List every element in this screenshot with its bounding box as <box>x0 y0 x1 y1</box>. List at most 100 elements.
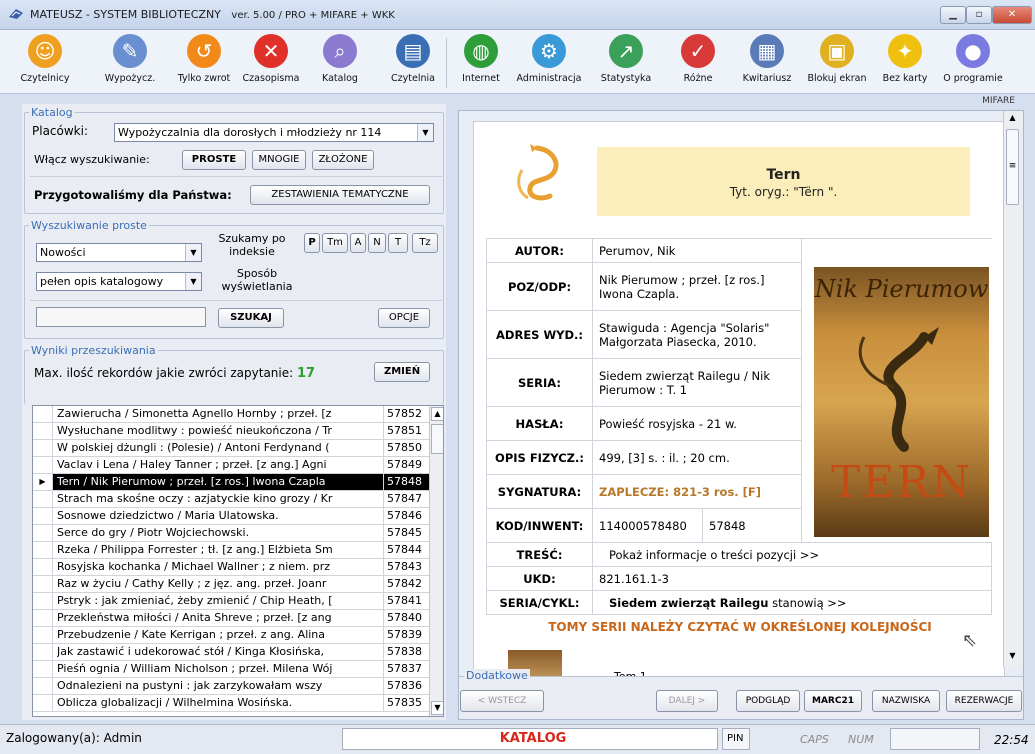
row-title: Pieśń ognia / William Nicholson ; przeł.… <box>57 662 333 675</box>
table-row[interactable]: Przebudzenie / Kate Kerrigan ; przeł. z … <box>33 627 429 644</box>
toolbar-magnifier-button[interactable]: ⌕ Katalog <box>306 32 374 92</box>
toolbar-receipts-button[interactable]: ▦ Kwitariusz <box>732 32 802 92</box>
nazwiska-button[interactable]: NAZWISKA <box>872 690 940 712</box>
index-button-tz[interactable]: Tz <box>412 233 438 253</box>
placowki-label: Placówki: <box>32 124 89 138</box>
toolbar-reading-room-button[interactable]: ▤ Czytelnia <box>374 32 452 92</box>
podglad-button[interactable]: PODGLĄD <box>736 690 800 712</box>
table-row[interactable]: Jak zastawić i udekorować stół / Kinga K… <box>33 644 429 661</box>
index-button-n[interactable]: N <box>368 233 386 253</box>
table-row[interactable]: Rosyjska kochanka / Michael Wallner ; z … <box>33 559 429 576</box>
table-row[interactable]: Odnalezieni na pustyni : jak zarzykowała… <box>33 678 429 695</box>
inwent-value: 57848 <box>702 508 802 543</box>
wstecz-button[interactable]: < WSTECZ <box>460 690 544 712</box>
table-row[interactable]: ▶ Tern / Nik Pierumow ; przeł. [z ros.] I… <box>33 474 429 491</box>
toolbar-lightbulb-button[interactable]: ● O programie <box>938 32 1008 92</box>
table-row[interactable]: Wysłuchane modlitwy : powieść nieukończo… <box>33 423 429 440</box>
search-input[interactable] <box>36 307 206 327</box>
mnogie-button[interactable]: MNOGIE <box>252 150 306 170</box>
szukaj-button[interactable]: SZUKAJ <box>218 308 284 328</box>
row-number: 57847 <box>383 491 429 507</box>
index-button-tm[interactable]: Tm <box>322 233 348 253</box>
search-type-select[interactable]: Nowości ▼ <box>36 243 202 262</box>
table-row[interactable]: Zawierucha / Simonetta Agnello Hornby ; … <box>33 406 429 423</box>
toolbar-globe-button[interactable]: ◍ Internet <box>452 32 510 92</box>
record-key: AUTOR: <box>486 238 593 263</box>
toolbar-red-x-button[interactable]: ✕ Czasopisma <box>236 32 306 92</box>
zestawienia-button[interactable]: ZESTAWIENIA TEMATYCZNE <box>250 185 430 205</box>
scroll-thumb[interactable] <box>431 424 443 454</box>
toolbar-readers-button[interactable]: ☺ Czytelnicy <box>2 32 88 92</box>
display-mode-value: pełen opis katalogowy <box>40 275 164 288</box>
zlozone-button[interactable]: ZŁOŻONE <box>312 150 374 170</box>
row-title: W polskiej dżungli : (Polesie) / Antoni … <box>57 441 330 454</box>
mifare-label: MIFARE <box>982 96 1015 106</box>
rezerwacje-button[interactable]: REZERWACJE <box>946 690 1022 712</box>
index-button-a[interactable]: A <box>350 233 366 253</box>
opcje-button[interactable]: OPCJE <box>378 308 430 328</box>
proste-button[interactable]: PROSTE <box>182 150 246 170</box>
maximize-button[interactable]: ▫ <box>966 6 992 24</box>
toolbar-chart-button[interactable]: ↗ Statystyka <box>588 32 664 92</box>
toolbar-book-lend-button[interactable]: ✎ Wypożycz. <box>88 32 172 92</box>
scroll-up-icon[interactable]: ▲ <box>1006 113 1019 125</box>
toolbar-label: Bez karty <box>882 73 928 84</box>
table-row[interactable]: Pieśń ognia / William Nicholson ; przeł.… <box>33 661 429 678</box>
table-row[interactable]: W polskiej dżungli : (Polesie) / Antoni … <box>33 440 429 457</box>
index-button-p[interactable]: P <box>304 233 320 253</box>
table-row[interactable]: Przekleństwa miłości / Anita Shreve ; pr… <box>33 610 429 627</box>
record-value: Nik Pierumow ; przeł. [z ros.] Iwona Cza… <box>592 262 802 311</box>
toolbar-gears-button[interactable]: ⚙ Administracja <box>510 32 588 92</box>
pin-indicator[interactable]: PIN <box>722 728 750 750</box>
record-key: POZ/ODP: <box>486 262 593 311</box>
row-indicator <box>33 423 53 439</box>
zmien-button[interactable]: ZMIEŃ <box>374 362 430 382</box>
reading-room-icon: ▤ <box>396 34 430 68</box>
marc21-button[interactable]: MARC21 <box>804 690 862 712</box>
clock: 22:54 <box>994 733 1029 747</box>
num-indicator: NUM <box>848 733 874 746</box>
table-row[interactable]: Pstryk : jak zmieniać, żeby zmienić / Ch… <box>33 593 429 610</box>
index-button-t[interactable]: T <box>388 233 408 253</box>
caps-indicator: CAPS <box>800 733 829 746</box>
scroll-down-icon[interactable]: ▼ <box>1006 651 1019 663</box>
globe-icon: ◍ <box>464 34 498 68</box>
cover-author-text: Nik Pierumow <box>814 275 989 303</box>
dalej-button[interactable]: DALEJ > <box>656 690 718 712</box>
results-scrollbar[interactable]: ▲ ▼ <box>429 406 443 716</box>
toolbar-label: Administracja <box>516 73 582 84</box>
tresc-link[interactable]: Pokaż informacje o treści pozycji >> <box>599 548 819 562</box>
toolbar-padlock-button[interactable]: ▣ Blokuj ekran <box>802 32 872 92</box>
table-row[interactable]: Rzeka / Philippa Forrester ; tł. [z ang.… <box>33 542 429 559</box>
sposob-label: Sposób wyświetlania <box>221 267 293 293</box>
placowki-select[interactable]: Wypożyczalnia dla dorosłych i młodzieży … <box>114 123 434 142</box>
scroll-down-icon[interactable]: ▼ <box>431 701 443 715</box>
table-row[interactable]: Serce do gry / Piotr Wojciechowski. 57845 <box>33 525 429 542</box>
table-row[interactable]: Vaclav i Lena / Haley Tanner ; przeł. [z… <box>33 457 429 474</box>
record-scrollbar[interactable]: ▲ ≡ ▼ <box>1003 111 1021 667</box>
minimize-button[interactable]: ▁ <box>940 6 966 24</box>
table-row[interactable]: Sosnowe dziedzictwo / Maria Ulatowska. 57… <box>33 508 429 525</box>
table-row[interactable]: Strach ma skośne oczy : azjatyckie kino … <box>33 491 429 508</box>
scroll-thumb[interactable]: ≡ <box>1006 129 1019 205</box>
table-row[interactable]: Raz w życiu / Cathy Kelly ; z jęz. ang. … <box>33 576 429 593</box>
table-row[interactable]: Oblicza globalizacji / Wilhelmina Wosińs… <box>33 695 429 712</box>
calendar-check-icon: ✓ <box>681 34 715 68</box>
toolbar-walker-sign-button[interactable]: ✦ Bez karty <box>872 32 938 92</box>
toolbar-return-arrow-button[interactable]: ↺ Tylko zwrot <box>172 32 236 92</box>
close-button[interactable]: ✕ <box>992 6 1032 24</box>
logged-user: Zalogowany(a): Admin <box>6 731 142 745</box>
toolbar-calendar-check-button[interactable]: ✓ Różne <box>664 32 732 92</box>
row-indicator <box>33 559 53 575</box>
toolbar-label: Katalog <box>322 73 358 84</box>
toolbar-label: O programie <box>943 73 1003 84</box>
wyniki-legend: Wyniki przeszukiwania <box>31 344 156 357</box>
record-key: ADRES WYD.: <box>486 310 593 359</box>
row-number: 57845 <box>383 525 429 541</box>
display-mode-select[interactable]: pełen opis katalogowy ▼ <box>36 272 202 291</box>
row-title: Przekleństwa miłości / Anita Shreve ; pr… <box>57 611 332 624</box>
scroll-up-icon[interactable]: ▲ <box>431 407 443 421</box>
row-title: Rosyjska kochanka / Michael Wallner ; z … <box>57 560 331 573</box>
seria-link[interactable]: Siedem zwierząt Railegu stanowią >> <box>599 596 847 610</box>
results-grid[interactable]: Zawierucha / Simonetta Agnello Hornby ; … <box>32 405 444 717</box>
